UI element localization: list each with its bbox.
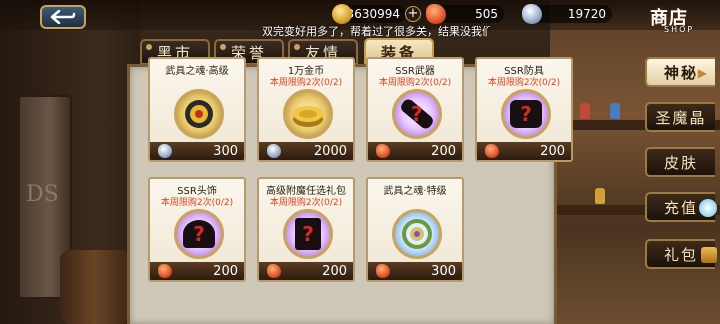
add-gold-button[interactable]: + (405, 6, 421, 22)
shop-item-card[interactable]: 高级附魔任选礼包 本周限购2次(0/2) ? 200 (257, 177, 355, 282)
background-barrel (60, 250, 130, 324)
purchase-limit: 本周限购2次(0/2) (269, 198, 343, 208)
purchase-limit: 本周限购2次(0/2) (160, 198, 234, 208)
shop-item-card[interactable]: SSR防具 本周限购2次(0/2) ? 200 (475, 57, 573, 162)
shop-item-card[interactable]: 1万金币 本周限购2次(0/2) 2000 (257, 57, 355, 162)
side-menu-label: 神秘 (663, 63, 698, 82)
price-bar: 200 (259, 262, 353, 280)
gold-soul-icon (174, 89, 224, 139)
price-bar: 200 (150, 262, 244, 280)
ruby-icon (426, 4, 446, 24)
gold-coin-icon (332, 4, 352, 24)
shop-item-panel: 武具之魂·高级 300 1万金币 本周限购2次(0/2) 2000 SSR武器 … (127, 57, 573, 324)
ruby-value: 505 (475, 7, 498, 21)
item-price: 200 (322, 263, 347, 279)
shop-item-card[interactable]: 武具之魂·特级 300 (366, 177, 464, 282)
side-menu-label: 礼包 (663, 245, 698, 264)
tab-dot-icon (220, 44, 226, 50)
item-price: 2000 (313, 143, 347, 159)
item-name: 武具之魂·高级 (165, 66, 229, 77)
mystery-weapon-icon: ? (392, 89, 442, 139)
mystery-scroll-icon: ? (283, 209, 333, 259)
crystal-icon (522, 4, 542, 24)
crystal-icon (267, 144, 281, 158)
crystal-counter: 19720 (522, 4, 612, 24)
mystery-headgear-icon: ? (174, 209, 224, 259)
ruby-icon (376, 144, 390, 158)
price-bar: 300 (368, 262, 462, 280)
shop-item-card[interactable]: 武具之魂·高级 300 (148, 57, 246, 162)
side-menu-mystery[interactable]: 神秘 ▶ (645, 57, 715, 87)
side-menu-skin[interactable]: 皮肤 (645, 147, 715, 177)
item-name: 武具之魂·特级 (383, 186, 447, 197)
ruby-icon (267, 264, 281, 278)
side-menu-label: 皮肤 (663, 153, 698, 172)
background-bottle (580, 103, 590, 119)
side-menu-gift-pack[interactable]: 礼包 (645, 239, 717, 269)
shop-item-card[interactable]: SSR武器 本周限购2次(0/2) ? 200 (366, 57, 464, 162)
side-menu-label: 充值 (663, 198, 698, 217)
mystery-armor-icon: ? (501, 89, 551, 139)
back-arrow-icon (50, 10, 76, 24)
side-menu-holy-crystal[interactable]: 圣魔晶 (645, 102, 715, 132)
price-bar: 300 (150, 142, 244, 160)
tab-dot-icon (294, 44, 300, 50)
item-price: 200 (431, 143, 456, 159)
gold-coin-icon (283, 89, 333, 139)
crystal-icon (158, 144, 172, 158)
item-price: 300 (431, 263, 456, 279)
ruby-icon (158, 264, 172, 278)
purchase-limit: 本周限购2次(0/2) (269, 78, 343, 88)
gem-icon (699, 199, 717, 217)
shop-item-card[interactable]: SSR头饰 本周限购2次(0/2) ? 200 (148, 177, 246, 282)
ruby-icon (485, 144, 499, 158)
ruby-counter: 505 (426, 4, 504, 24)
purchase-limit: 本周限购2次(0/2) (378, 78, 452, 88)
gift-icon (701, 247, 717, 263)
item-price: 300 (213, 143, 238, 159)
crystal-value: 19720 (567, 7, 606, 21)
back-button[interactable] (40, 5, 86, 29)
ruby-icon (376, 264, 390, 278)
item-price: 200 (213, 263, 238, 279)
purchase-limit: 本周限购2次(0/2) (487, 78, 561, 88)
special-soul-icon (392, 209, 442, 259)
price-bar: 2000 (259, 142, 353, 160)
price-bar: 200 (368, 142, 462, 160)
background-bottle (595, 188, 605, 204)
shop-subtitle: SHOP (664, 25, 695, 34)
tab-dot-icon (146, 44, 152, 50)
item-price: 200 (540, 143, 565, 159)
price-bar: 200 (477, 142, 571, 160)
gold-counter: 13630994 (332, 4, 406, 24)
background-bottle (610, 103, 620, 119)
side-menu-recharge[interactable]: 充值 (645, 192, 717, 222)
side-menu-label: 圣魔晶 (655, 108, 707, 127)
chevron-right-icon: ▶ (697, 66, 709, 80)
